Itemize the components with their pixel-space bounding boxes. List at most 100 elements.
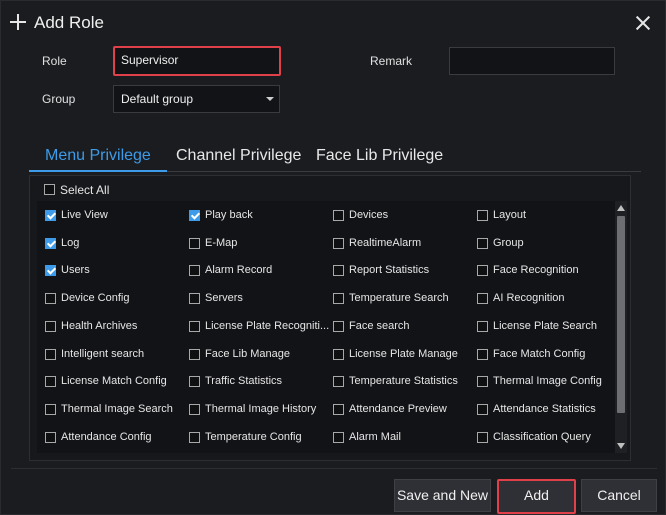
scroll-thumb[interactable] bbox=[617, 216, 625, 413]
unchecked-checkbox bbox=[477, 293, 488, 305]
dialog-title: Add Role bbox=[34, 13, 104, 32]
remark-label: Remark bbox=[370, 54, 413, 68]
privilege-item[interactable]: License Plate Recogniti... bbox=[189, 319, 329, 334]
privilege-list: Live View Play back Devices Layout Log E-Map R… bbox=[37, 201, 615, 453]
privilege-scrollbar[interactable] bbox=[615, 201, 627, 453]
privilege-item[interactable]: E-Map bbox=[189, 237, 327, 251]
unchecked-checkbox bbox=[45, 376, 56, 388]
privilege-item[interactable]: Intelligent search bbox=[45, 348, 183, 362]
tab-face-lib-privilege[interactable]: Face Lib Privilege bbox=[316, 144, 443, 172]
privilege-label: License Plate Recogniti... bbox=[205, 319, 329, 332]
privilege-label: E-Map bbox=[205, 236, 238, 249]
scroll-down-icon[interactable] bbox=[617, 443, 625, 449]
privilege-item[interactable]: Classification Query bbox=[477, 431, 615, 445]
privilege-label: License Plate Search bbox=[493, 319, 597, 332]
add-button[interactable]: Add bbox=[497, 479, 576, 514]
unchecked-checkbox bbox=[477, 376, 488, 388]
privilege-item[interactable]: Temperature Config bbox=[189, 431, 327, 445]
privilege-item[interactable]: Log bbox=[45, 237, 183, 251]
privilege-label: Thermal Image Config bbox=[493, 375, 602, 388]
privilege-item[interactable]: Face search bbox=[333, 320, 471, 334]
privilege-item[interactable]: Device Config bbox=[45, 292, 183, 306]
cancel-button[interactable]: Cancel bbox=[581, 479, 657, 512]
select-all-label: Select All bbox=[60, 183, 110, 197]
privilege-item[interactable]: Devices bbox=[333, 209, 471, 223]
privilege-label: Group bbox=[493, 236, 524, 249]
privilege-item[interactable]: Alarm Record bbox=[189, 264, 327, 278]
role-input[interactable]: Supervisor bbox=[113, 46, 281, 76]
privilege-item[interactable]: Attendance Config bbox=[45, 431, 183, 445]
privilege-item[interactable]: Face Recognition bbox=[477, 264, 615, 278]
checked-checkbox bbox=[45, 237, 56, 249]
privilege-item[interactable]: Temperature Statistics bbox=[333, 375, 471, 389]
unchecked-checkbox bbox=[45, 348, 56, 360]
privilege-label: Log bbox=[61, 236, 80, 249]
caret-down-icon bbox=[266, 97, 274, 101]
privilege-item[interactable]: Live View bbox=[45, 209, 183, 223]
add-role-dialog: Add Role Role Supervisor Remark Group De… bbox=[0, 0, 666, 515]
unchecked-checkbox bbox=[189, 348, 200, 360]
unchecked-checkbox bbox=[477, 348, 488, 360]
privilege-tabs: Menu Privilege Channel Privilege Face Li… bbox=[29, 144, 641, 172]
privilege-label: Layout bbox=[493, 209, 527, 221]
privilege-item[interactable]: Thermal Image Config bbox=[477, 375, 615, 389]
unchecked-checkbox bbox=[333, 403, 344, 415]
privilege-item[interactable]: License Plate Search bbox=[477, 320, 615, 334]
privilege-label: Temperature Config bbox=[205, 430, 302, 443]
unchecked-checkbox bbox=[477, 237, 488, 249]
tab-menu-privilege[interactable]: Menu Privilege bbox=[29, 144, 167, 172]
privilege-item[interactable]: Play back bbox=[189, 209, 327, 223]
checked-checkbox bbox=[45, 210, 56, 221]
unchecked-checkbox bbox=[45, 431, 56, 443]
scroll-up-icon[interactable] bbox=[617, 205, 625, 211]
privilege-item[interactable]: Health Archives bbox=[45, 320, 183, 334]
privilege-label: Attendance Config bbox=[61, 430, 152, 443]
privilege-item[interactable]: Face Match Config bbox=[477, 348, 615, 362]
privilege-item[interactable]: Group bbox=[477, 237, 615, 251]
privilege-item[interactable]: Layout bbox=[477, 209, 615, 223]
privilege-label: Device Config bbox=[61, 292, 130, 305]
privilege-item[interactable]: Temperature Search bbox=[333, 292, 471, 306]
privilege-item[interactable]: Thermal Image Search bbox=[45, 403, 183, 417]
privilege-label: License Plate Manage bbox=[349, 347, 458, 360]
privilege-label: AI Recognition bbox=[493, 292, 565, 305]
privilege-label: Live View bbox=[61, 209, 108, 221]
unchecked-checkbox bbox=[189, 403, 200, 415]
privilege-item[interactable]: Users bbox=[45, 264, 183, 278]
privilege-item[interactable]: Thermal Image History bbox=[189, 403, 327, 417]
privilege-label: Thermal Image Search bbox=[61, 402, 173, 415]
unchecked-checkbox bbox=[477, 265, 488, 277]
unchecked-checkbox bbox=[333, 265, 344, 277]
privilege-item[interactable]: Attendance Preview bbox=[333, 403, 471, 417]
privilege-item[interactable]: Servers bbox=[189, 292, 327, 306]
role-label: Role bbox=[42, 54, 67, 68]
unchecked-checkbox bbox=[477, 431, 488, 443]
privilege-item[interactable]: License Match Config bbox=[45, 375, 183, 389]
privilege-label: Face Recognition bbox=[493, 264, 579, 277]
privilege-label: Servers bbox=[205, 292, 243, 305]
footer-divider bbox=[11, 468, 657, 469]
unchecked-checkbox bbox=[189, 293, 200, 305]
privilege-item[interactable]: Report Statistics bbox=[333, 264, 471, 278]
privilege-label: Classification Query bbox=[493, 430, 591, 443]
close-icon[interactable] bbox=[633, 13, 653, 33]
privilege-item[interactable]: Traffic Statistics bbox=[189, 375, 327, 389]
privilege-item[interactable]: AI Recognition bbox=[477, 292, 615, 306]
privilege-item[interactable]: License Plate Manage bbox=[333, 348, 471, 362]
unchecked-checkbox bbox=[333, 237, 344, 249]
unchecked-checkbox bbox=[189, 320, 200, 332]
privilege-item[interactable]: Attendance Statistics bbox=[477, 403, 615, 417]
checked-checkbox bbox=[45, 265, 56, 277]
save-and-new-button[interactable]: Save and New bbox=[394, 479, 491, 512]
remark-input[interactable] bbox=[449, 47, 615, 75]
privilege-item[interactable]: Alarm Mail bbox=[333, 431, 471, 445]
select-all-box bbox=[44, 184, 55, 195]
privilege-item[interactable]: Face Lib Manage bbox=[189, 348, 327, 362]
privilege-item[interactable]: RealtimeAlarm bbox=[333, 237, 471, 251]
tab-channel-privilege[interactable]: Channel Privilege bbox=[176, 144, 301, 172]
privilege-label: Health Archives bbox=[61, 319, 138, 332]
unchecked-checkbox bbox=[477, 210, 488, 221]
group-select-value: Default group bbox=[121, 92, 194, 106]
group-select[interactable]: Default group bbox=[113, 85, 280, 113]
privilege-label: Users bbox=[61, 264, 90, 277]
